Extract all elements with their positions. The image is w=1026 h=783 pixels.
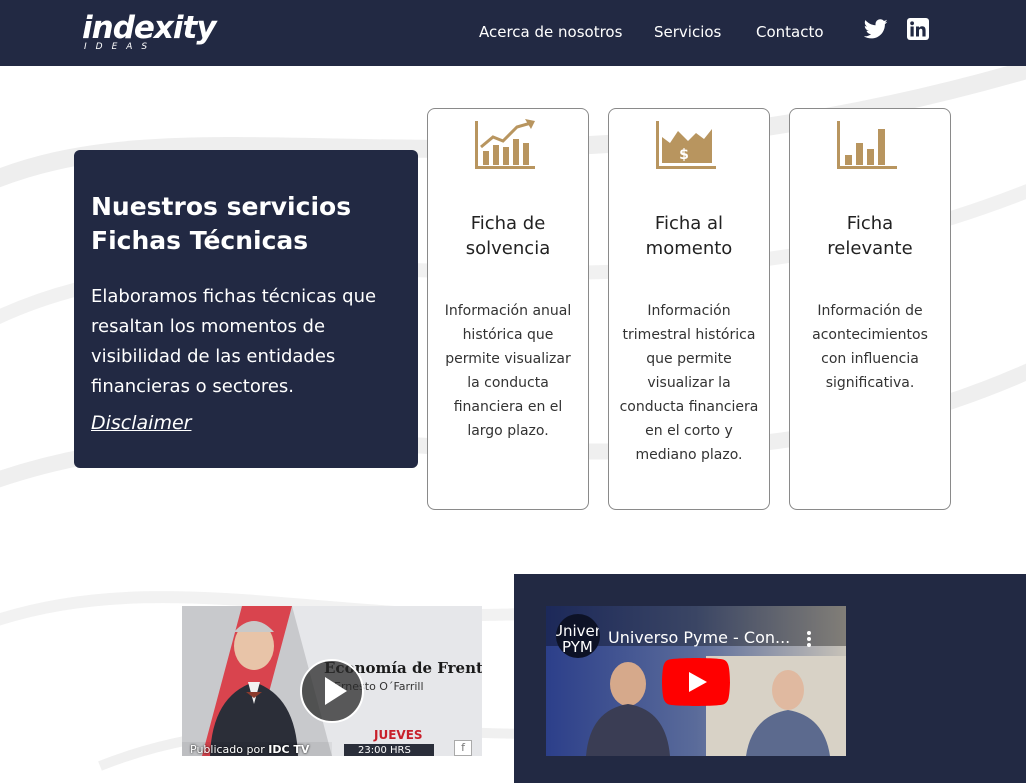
channel-logo-text-2: PYM [562, 638, 593, 656]
linkedin-icon[interactable] [906, 17, 930, 41]
growth-chart-icon [475, 119, 535, 169]
service-description: Información trimestral histórica que per… [619, 303, 759, 463]
twitter-icon[interactable] [864, 17, 888, 41]
facebook-share-icon[interactable]: f [454, 740, 472, 756]
video-time: 23:00 HRS [358, 745, 411, 756]
video-economia-de-frente[interactable]: Economía de Frente Ernesto O´Farrill JUE… [182, 606, 482, 756]
hero-card: Nuestros servicios Fichas Técnicas Elabo… [74, 150, 418, 468]
service-card-solvencia[interactable]: Ficha de solvencia Información anual his… [427, 108, 589, 510]
channel-name: IDC TV [268, 743, 310, 756]
service-title: Ficha relevante [827, 213, 913, 259]
indexity-logo[interactable]: indexity IDEAS [80, 8, 220, 56]
video-title[interactable]: Universo Pyme - Con... [608, 628, 790, 647]
service-description: Información de acontecimientos con influ… [812, 303, 928, 391]
svg-text:$: $ [679, 147, 689, 163]
nav-link-contact[interactable]: Contacto [756, 23, 824, 41]
more-options-icon[interactable] [806, 630, 812, 648]
logo-wordmark: indexity [82, 10, 217, 46]
youtube-play-icon[interactable] [662, 658, 730, 706]
hero-title: Nuestros servicios Fichas Técnicas [91, 190, 401, 258]
disclaimer-link[interactable]: Disclaimer [91, 412, 191, 434]
video-universo-pyme[interactable]: Univer PYM Universo Pyme - Con... [546, 606, 846, 756]
service-title: Ficha de solvencia [465, 213, 551, 259]
video-day: JUEVES [374, 728, 423, 742]
video-published-by: Publicado por IDC TV [190, 743, 309, 756]
service-title: Ficha al momento [645, 213, 733, 259]
service-card-momento[interactable]: $ Ficha al momento Información trimestra… [608, 108, 770, 510]
service-card-relevante[interactable]: Ficha relevante Información de acontecim… [789, 108, 951, 510]
hero-description: Elaboramos fichas técnicas que resaltan … [91, 286, 377, 397]
logo-tagline: IDEAS [84, 42, 157, 52]
published-label: Publicado por [190, 743, 265, 756]
nav-link-about[interactable]: Acerca de nosotros [479, 23, 622, 41]
top-navbar: indexity IDEAS Acerca de nosotros Servic… [0, 0, 1026, 66]
money-chart-icon: $ [656, 121, 716, 169]
channel-avatar[interactable]: Univer PYM [556, 614, 600, 658]
play-icon [325, 677, 347, 705]
service-description: Información anual histórica que permite … [444, 303, 572, 439]
bar-chart-icon [837, 121, 897, 169]
hero-title-line2: Fichas Técnicas [91, 226, 309, 255]
hero-title-line1: Nuestros servicios [91, 192, 352, 221]
play-button[interactable] [300, 659, 364, 723]
nav-link-services[interactable]: Servicios [654, 23, 721, 41]
